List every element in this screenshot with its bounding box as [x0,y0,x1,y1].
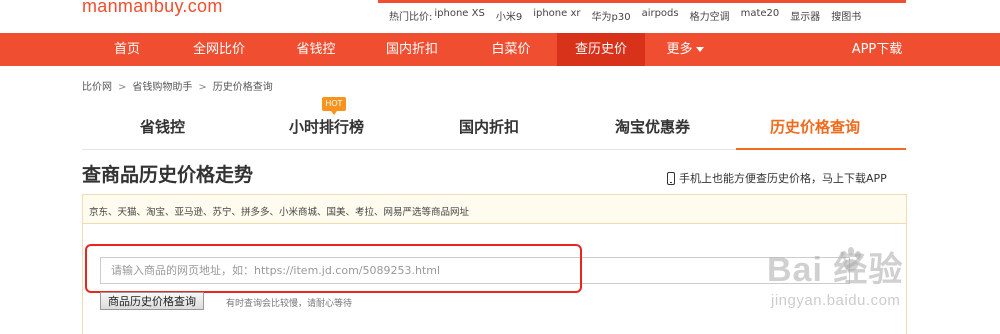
phone-icon [667,171,675,185]
price-history-query-button[interactable]: 商品历史价格查询 [100,292,204,310]
hot-keyword[interactable]: 搜图书 [831,8,861,23]
breadcrumb-home[interactable]: 比价网 [82,82,112,93]
hot-keyword[interactable]: iphone xr [533,8,580,23]
main-nav: 首页 全网比价 省钱控 国内折扣 白菜价 查历史价 更多 APP下载 [0,33,1000,66]
site-logo[interactable]: manmanbuy.com [82,0,223,17]
search-box-edge [378,0,906,3]
breadcrumb-current: 历史价格查询 [212,82,273,93]
nav-item-bargains[interactable]: 白菜价 [480,33,542,66]
tab-domestic-discount[interactable]: 国内折扣 [459,116,519,137]
hot-keyword[interactable]: mate20 [741,8,780,23]
hot-keyword[interactable]: airpods [642,8,679,23]
product-url-input[interactable] [100,257,850,284]
hot-keyword[interactable]: 华为p30 [591,8,630,23]
hot-keyword[interactable]: iphone XS [434,8,484,23]
active-tab-underline [736,148,906,150]
nav-item-compare[interactable]: 全网比价 [183,33,255,66]
supported-sites-text: 京东、天猫、淘宝、亚马逊、苏宁、拼多多、小米商城、国美、考拉、网易严选等商品网址 [89,207,470,218]
tab-savings[interactable]: 省钱控 [140,116,185,137]
query-panel: 京东、天猫、淘宝、亚马逊、苏宁、拼多多、小米商城、国美、考拉、网易严选等商品网址… [82,194,907,334]
tab-hourly-ranking[interactable]: 小时排行榜 [289,116,364,137]
nav-item-savings[interactable]: 省钱控 [285,33,347,66]
app-tip-text: 手机上也能方便查历史价格，马上下载APP [679,172,887,185]
top-bar: manmanbuy.com 热门比价: iphone XS 小米9 iphone… [0,0,1000,33]
wait-hint: 有时查询会比较慢，请耐心等待 [226,299,353,309]
nav-more-label: 更多 [666,42,693,57]
chevron-down-icon [695,47,704,52]
hot-keyword[interactable]: 显示器 [790,8,820,23]
nav-item-more[interactable]: 更多 [655,33,715,66]
breadcrumb-helper[interactable]: 省钱购物助手 [132,82,192,93]
supported-sites-strip: 京东、天猫、淘宝、亚马逊、苏宁、拼多多、小米商城、国美、考拉、网易严选等商品网址 [83,195,906,224]
hot-keyword[interactable]: 格力空调 [690,8,730,23]
hot-search-label: 热门比价: [389,12,433,23]
nav-item-home[interactable]: 首页 [98,33,156,66]
breadcrumb-separator: > [198,82,207,93]
nav-item-domestic-discount[interactable]: 国内折扣 [376,33,448,66]
nav-item-app-download[interactable]: APP下载 [846,33,908,66]
tab-taobao-coupons[interactable]: 淘宝优惠券 [615,116,690,137]
hot-badge: HOT [322,97,346,115]
hot-keyword[interactable]: 小米9 [496,8,522,23]
breadcrumb: 比价网 > 省钱购物助手 > 历史价格查询 [82,78,273,93]
breadcrumb-separator: > [118,82,127,93]
nav-item-price-history[interactable]: 查历史价 [557,33,645,66]
feature-tabs: 省钱控 小时排行榜 HOT 国内折扣 淘宝优惠券 历史价格查询 [82,97,907,150]
hot-search-row: 热门比价: iphone XS 小米9 iphone xr 华为p30 airp… [389,8,872,23]
tab-price-history[interactable]: 历史价格查询 [770,116,860,137]
app-download-tip[interactable]: 手机上也能方便查历史价格，马上下载APP [667,170,887,186]
page-title: 查商品历史价格走势 [82,164,254,186]
